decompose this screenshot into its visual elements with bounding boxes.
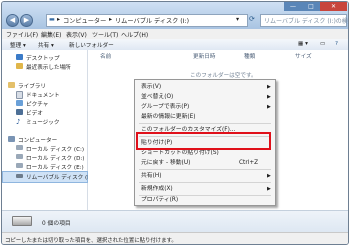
ctx-label: ショートカットの貼り付け(S) <box>141 150 219 156</box>
back-button[interactable]: ◀ <box>6 14 19 27</box>
ctx-group-by[interactable]: グループで表示(P) ▶ <box>141 102 275 112</box>
library-icon <box>8 82 15 88</box>
pictures-icon <box>16 100 23 106</box>
submenu-arrow-icon: ▶ <box>267 104 271 110</box>
menu-edit[interactable]: 編集(E) <box>41 30 61 39</box>
breadcrumb-computer[interactable]: コンピューター <box>63 16 106 25</box>
nav-label: リムーバブル ディスク (I <box>26 175 89 181</box>
hard-drive-icon <box>16 145 23 150</box>
removable-drive-icon <box>16 174 23 178</box>
minimize-button[interactable]: — <box>284 2 302 11</box>
ctx-label: 表示(V) <box>141 84 162 90</box>
search-placeholder: リムーバブル ディスク (I:)の検索 <box>264 18 349 25</box>
ctx-label: グループで表示(P) <box>141 104 190 110</box>
column-type[interactable]: 種類 <box>244 52 255 60</box>
nav-label: ローカル ディスク (C:) <box>26 147 85 153</box>
desktop-icon <box>16 54 23 60</box>
refresh-icon[interactable]: ⟳ <box>249 15 255 23</box>
nav-label: 最近表示した場所 <box>26 65 71 71</box>
ctx-view[interactable]: 表示(V) ▶ <box>141 82 275 92</box>
submenu-arrow-icon: ▶ <box>267 173 271 179</box>
menu-separator <box>139 182 271 183</box>
empty-folder-message: このフォルダーは空です。 <box>190 73 257 79</box>
share-button[interactable]: 共有 ▾ <box>38 41 54 49</box>
hard-drive-icon <box>16 163 23 168</box>
paste-highlight-box <box>136 132 271 150</box>
maximize-button[interactable]: □ <box>302 2 320 11</box>
details-pane: 0 個の項目 <box>2 210 348 233</box>
status-bar: コピーしたまたは切り取った項目を、選択された位置に貼り付けます。 <box>2 232 348 244</box>
preview-pane-icon[interactable]: ▭ <box>320 41 325 47</box>
submenu-arrow-icon: ▶ <box>267 84 271 90</box>
documents-icon <box>16 91 23 99</box>
menu-separator <box>139 169 271 170</box>
nav-label: ローカル ディスク (D:) <box>26 156 85 162</box>
music-icon: ♪ <box>16 118 21 126</box>
nav-item-removable-selected[interactable]: リムーバブル ディスク (I <box>2 171 89 183</box>
navigation-pane: デスクトップ 最近表示した場所 ライブラリ ドキュメント ピクチャ ビデオ ♪ … <box>2 50 89 210</box>
videos-icon <box>16 109 23 115</box>
recent-places-icon <box>16 63 23 69</box>
hard-drive-icon <box>16 154 23 159</box>
breadcrumb-sep-2: ▸ <box>109 16 113 23</box>
nav-label: ローカル ディスク (E:) <box>26 165 84 171</box>
nav-header: コンピューター <box>18 138 58 144</box>
search-input[interactable]: リムーバブル ディスク (I:)の検索 <box>260 14 349 27</box>
menu-bar: ファイル(F) 編集(E) 表示(V) ツール(T) ヘルプ(H) <box>2 29 348 39</box>
help-icon[interactable]: ? <box>335 41 338 47</box>
menu-tools[interactable]: ツール(T) <box>92 30 118 39</box>
drive-icon: ▬ <box>49 16 55 23</box>
title-bar: — □ ✕ ◀ ▶ ▬ ▸ コンピューター ▸ リムーバブル ディスク (I:)… <box>2 2 348 29</box>
column-size[interactable]: サイズ <box>295 52 312 60</box>
new-folder-button[interactable]: 新しいフォルダー <box>69 41 114 49</box>
removable-drive-icon <box>12 216 32 226</box>
view-options-icon[interactable]: ▦ ▾ <box>298 41 308 47</box>
ctx-sort[interactable]: 並べ替え(O) ▶ <box>141 92 275 102</box>
organize-button[interactable]: 整理 ▾ <box>10 41 26 49</box>
ctx-shortcut: Ctrl+Z <box>239 160 259 166</box>
submenu-arrow-icon: ▶ <box>267 94 271 100</box>
ctx-properties[interactable]: プロパティ(R) <box>141 195 275 205</box>
column-modified[interactable]: 更新日時 <box>193 52 215 60</box>
ctx-refresh[interactable]: 最新の情報に更新(E) <box>141 112 275 122</box>
menu-separator <box>139 123 271 124</box>
nav-header: ライブラリ <box>18 84 46 90</box>
nav-label: ビデオ <box>26 111 43 117</box>
column-name[interactable]: 名前 <box>100 52 111 60</box>
menu-view[interactable]: 表示(V) <box>66 30 87 39</box>
nav-label: デスクトップ <box>26 56 60 62</box>
breadcrumb-drive[interactable]: リムーバブル ディスク (I:) <box>115 16 189 25</box>
item-count: 0 個の項目 <box>42 221 71 227</box>
forward-button[interactable]: ▶ <box>20 14 33 27</box>
menu-help[interactable]: ヘルプ(H) <box>121 30 148 39</box>
nav-label: ミュージック <box>26 120 60 126</box>
ctx-share[interactable]: 共有(H) ▶ <box>141 171 275 181</box>
chevron-down-icon[interactable]: ▾ <box>236 16 239 23</box>
ctx-label: 共有(H) <box>141 173 162 179</box>
ctx-label: 並べ替え(O) <box>141 94 174 100</box>
ctx-new[interactable]: 新規作成(X) ▶ <box>141 184 275 194</box>
nav-label: ピクチャ <box>26 102 49 108</box>
ctx-label: 新規作成(X) <box>141 186 173 192</box>
status-text: コピーしたまたは切り取った項目を、選択された位置に貼り付けます。 <box>5 238 177 244</box>
ctx-label: 最新の情報に更新(E) <box>141 114 196 120</box>
address-bar[interactable]: ▬ ▸ コンピューター ▸ リムーバブル ディスク (I:) ▾ <box>46 14 248 27</box>
nav-label: ドキュメント <box>26 93 60 99</box>
ctx-undo-move[interactable]: 元に戻す - 移動(U) Ctrl+Z <box>141 158 275 168</box>
computer-icon <box>8 136 15 142</box>
breadcrumb-sep: ▸ <box>57 16 61 23</box>
ctx-label: プロパティ(R) <box>141 197 179 203</box>
ctx-label: 元に戻す - 移動(U) <box>141 160 191 166</box>
close-button[interactable]: ✕ <box>320 2 347 11</box>
submenu-arrow-icon: ▶ <box>267 186 271 192</box>
explorer-window: — □ ✕ ◀ ▶ ▬ ▸ コンピューター ▸ リムーバブル ディスク (I:)… <box>1 1 349 245</box>
menu-file[interactable]: ファイル(F) <box>6 30 38 39</box>
